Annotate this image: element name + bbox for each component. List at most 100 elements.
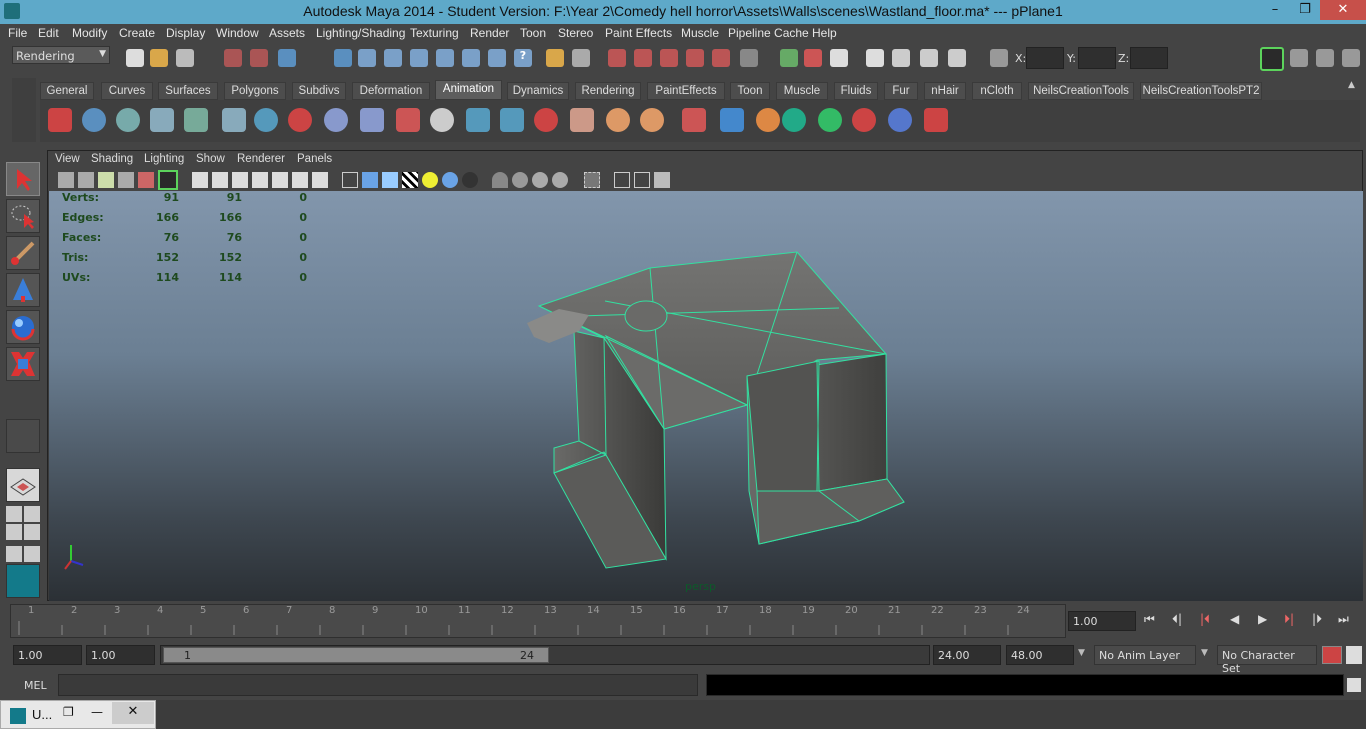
blend-shape-icon[interactable] [640, 108, 664, 132]
tab-surfaces[interactable]: Surfaces [158, 82, 218, 100]
xray-active-components-icon[interactable] [654, 172, 670, 188]
wireframe-icon[interactable] [342, 172, 358, 188]
tab-animation[interactable]: Animation [435, 80, 502, 100]
script-editor-icon[interactable] [1347, 678, 1361, 692]
shadows-icon[interactable] [442, 172, 458, 188]
vp-menu-panels[interactable]: Panels [297, 153, 332, 165]
grid-icon[interactable] [192, 172, 208, 188]
tab-polygons[interactable]: Polygons [224, 82, 286, 100]
render-settings-icon[interactable] [866, 49, 884, 67]
last-tool-used-icon[interactable] [6, 419, 40, 453]
start-time-field[interactable]: 1.00 [13, 645, 82, 665]
mel-input[interactable] [58, 674, 698, 696]
select-camera-icon[interactable] [58, 172, 74, 188]
grease-pencil-icon[interactable] [158, 170, 178, 190]
safe-title-icon[interactable] [312, 172, 328, 188]
xray-icon[interactable] [614, 172, 630, 188]
tab-curves[interactable]: Curves [101, 82, 153, 100]
rotate-tool-icon[interactable] [6, 310, 40, 344]
save-scene-icon[interactable] [176, 49, 194, 67]
tab-subdivs[interactable]: Subdivs [292, 82, 346, 100]
playback-start-field[interactable]: 1.00 [86, 645, 155, 665]
playback-end-field[interactable]: 24.00 [933, 645, 1001, 665]
safe-action-icon[interactable] [292, 172, 308, 188]
motion-blur-icon[interactable] [512, 172, 528, 188]
select-misc-icon[interactable]: ? [514, 49, 532, 67]
aim-constraint-icon[interactable] [852, 108, 876, 132]
select-surfaces-icon[interactable] [410, 49, 428, 67]
xray-joints-icon[interactable] [634, 172, 650, 188]
select-rendering-icon[interactable] [488, 49, 506, 67]
image-plane-icon[interactable] [118, 172, 134, 188]
wire-deformer-icon[interactable] [720, 108, 744, 132]
make-live-icon[interactable] [712, 49, 730, 67]
bind-skin-icon[interactable] [430, 108, 454, 132]
persp-graph-layout-icon[interactable] [24, 524, 40, 540]
tab-painteffects[interactable]: PaintEffects [647, 82, 725, 100]
scale-tool-icon[interactable] [6, 347, 40, 381]
anim-layer-dropdown[interactable]: No Anim Layer [1094, 645, 1196, 665]
time-slider[interactable]: 1 2 3 4 5 6 7 8 9 10 11 12 13 14 15 16 1… [10, 604, 1066, 638]
isolate-select-icon[interactable] [584, 172, 600, 188]
ik-handle-icon[interactable] [82, 108, 106, 132]
vp-menu-show[interactable]: Show [196, 153, 225, 165]
tool-settings-icon[interactable] [1316, 49, 1334, 67]
menu-assets[interactable]: Assets [269, 26, 305, 40]
ipr-render-icon[interactable] [830, 49, 848, 67]
channel-box-icon[interactable] [1342, 49, 1360, 67]
ik-spline-icon[interactable] [116, 108, 140, 132]
smooth-bind-icon[interactable] [466, 108, 490, 132]
menu-modify[interactable]: Modify [72, 26, 107, 40]
single-perspective-view-icon[interactable] [6, 468, 40, 502]
2d-pan-zoom-icon[interactable] [138, 172, 154, 188]
maya-home-icon[interactable] [6, 564, 40, 598]
menu-edit[interactable]: Edit [38, 26, 59, 40]
mirror-joint-icon[interactable] [360, 108, 384, 132]
go-to-end-icon[interactable]: ⏭ [1338, 612, 1349, 627]
menu-display[interactable]: Display [166, 26, 205, 40]
current-frame-field[interactable]: 1.00 [1068, 611, 1136, 631]
perspective-view[interactable]: Verts: 91 91 0 Edges: 166 166 0 Faces: 7… [49, 191, 1363, 601]
vp-menu-view[interactable]: View [55, 153, 80, 165]
menu-stereo[interactable]: Stereo [558, 26, 593, 40]
animation-preferences-icon[interactable] [1346, 646, 1362, 664]
go-to-start-icon[interactable]: ⏮ [1144, 612, 1155, 627]
resolution-gate-icon[interactable] [232, 172, 248, 188]
shelf-options-icon[interactable] [12, 78, 36, 142]
set-key-icon[interactable] [48, 108, 72, 132]
show-hide-modeling-toolkit-icon[interactable] [920, 49, 938, 67]
menuset-dropdown[interactable]: Rendering ▼ [12, 46, 110, 64]
tab-muscle[interactable]: Muscle [776, 82, 828, 100]
minimize-button[interactable]: – [1260, 2, 1290, 22]
auto-key-icon[interactable] [1322, 646, 1342, 664]
select-component-icon[interactable] [278, 49, 296, 67]
tab-fluids[interactable]: Fluids [834, 82, 878, 100]
parent-constraint-icon[interactable] [924, 108, 948, 132]
insert-joint-icon[interactable] [254, 108, 278, 132]
hypershade-layout-icon[interactable] [24, 546, 40, 562]
play-forwards-icon[interactable]: ▶ [1258, 612, 1267, 626]
select-object-icon[interactable] [250, 49, 268, 67]
menu-muscle[interactable]: Muscle [681, 26, 719, 40]
snap-grid-icon[interactable] [608, 49, 626, 67]
range-slider[interactable]: 1 24 [160, 645, 930, 665]
vp-menu-renderer[interactable]: Renderer [237, 153, 285, 165]
lock-selection-icon[interactable] [546, 49, 564, 67]
move-tool-icon[interactable] [6, 273, 40, 307]
step-forward-frame-icon[interactable]: |⏵ [1312, 612, 1322, 627]
attribute-editor-icon[interactable] [1290, 49, 1308, 67]
snap-view-plane-icon[interactable] [686, 49, 704, 67]
select-joints-icon[interactable] [358, 49, 376, 67]
tab-neilscreationtoolspt2[interactable]: NeilsCreationToolsPT2 [1140, 82, 1262, 100]
gate-mask-icon[interactable] [252, 172, 268, 188]
paint-select-icon[interactable] [6, 236, 40, 270]
depth-of-field-icon[interactable] [552, 172, 568, 188]
side-by-side-layout-icon[interactable] [6, 524, 22, 540]
close-button[interactable]: ✕ [112, 702, 154, 724]
select-handles-icon[interactable] [334, 49, 352, 67]
tab-toon[interactable]: Toon [730, 82, 770, 100]
wireframe-on-shaded-icon[interactable] [382, 172, 398, 188]
select-tool-icon[interactable] [6, 162, 40, 196]
tab-ncloth[interactable]: nCloth [972, 82, 1022, 100]
four-view-layout-icon[interactable] [6, 506, 22, 522]
